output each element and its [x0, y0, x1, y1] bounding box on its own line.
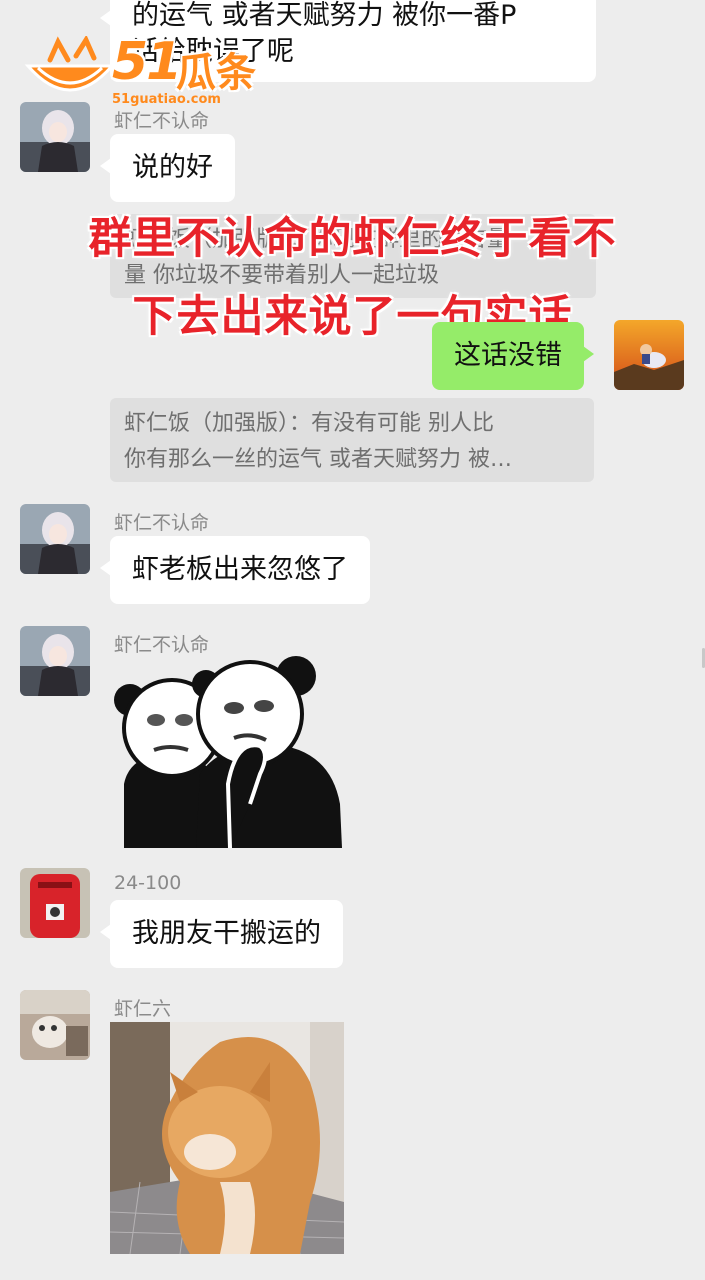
- sender-name: 虾仁不认命: [114, 634, 210, 656]
- sender-name: 虾仁不认命: [114, 512, 210, 534]
- message-bubble[interactable]: 我朋友干搬运的: [100, 900, 343, 968]
- message-text: 虾老板出来忽悠了: [132, 554, 348, 585]
- sender-name: 虾仁不认命: [114, 110, 210, 132]
- avatar[interactable]: [20, 1274, 90, 1280]
- message-text: 这话没错: [454, 340, 562, 371]
- message-text: 我朋友干搬运的: [132, 918, 321, 949]
- message-bubble[interactable]: 虾老板出来忽悠了: [100, 536, 370, 604]
- panda-meme-icon: [114, 656, 342, 849]
- sender-name: 虾仁六: [114, 998, 172, 1020]
- watermelon-icon: [24, 36, 116, 92]
- cat-photo-icon: [110, 1022, 344, 1254]
- watermark-name: 瓜条: [176, 50, 256, 96]
- avatar[interactable]: [20, 990, 90, 1060]
- cat-photo-image[interactable]: [110, 1022, 344, 1254]
- self-message-bubble[interactable]: 这话没错: [432, 322, 594, 390]
- anime-girl-avatar-icon: [20, 102, 90, 172]
- avatar[interactable]: [20, 102, 90, 172]
- quote-line: 虾仁饭（加强版）：有没有可能 别人比: [124, 411, 494, 436]
- message-bubble[interactable]: 说的好: [100, 134, 235, 202]
- anime-girl-avatar-icon: [20, 504, 90, 574]
- self-avatar[interactable]: [614, 320, 684, 390]
- overlay-caption-line-1: 群里不认命的虾仁终于看不: [88, 214, 617, 264]
- quoted-message[interactable]: 虾仁饭（加强版）：有没有可能 别人比 你有那么一丝的运气 或者天赋努力 被…: [110, 398, 594, 482]
- anime-girl-avatar-icon: [20, 626, 90, 696]
- watermark-url: 51guatiao.com: [112, 92, 221, 107]
- cartoon-rider-avatar-icon: [614, 320, 684, 390]
- watermark-number: 51: [112, 32, 182, 92]
- avatar[interactable]: [20, 504, 90, 574]
- message-text: 说的好: [132, 152, 213, 183]
- message-text: 的运气 或者天赋努力 被你一番P: [132, 0, 517, 31]
- sender-name: 24-100: [114, 872, 182, 894]
- avatar[interactable]: [20, 626, 90, 696]
- red-mailbox-avatar-icon: [20, 868, 90, 938]
- quote-line: 你有那么一丝的运气 或者天赋努力 被…: [124, 447, 512, 472]
- avatar[interactable]: [20, 868, 90, 938]
- panda-meme-sticker[interactable]: [110, 654, 344, 849]
- dog-photo-avatar-icon: [20, 990, 90, 1060]
- overlay-caption-line-2: 下去出来说了一句实话: [132, 292, 573, 342]
